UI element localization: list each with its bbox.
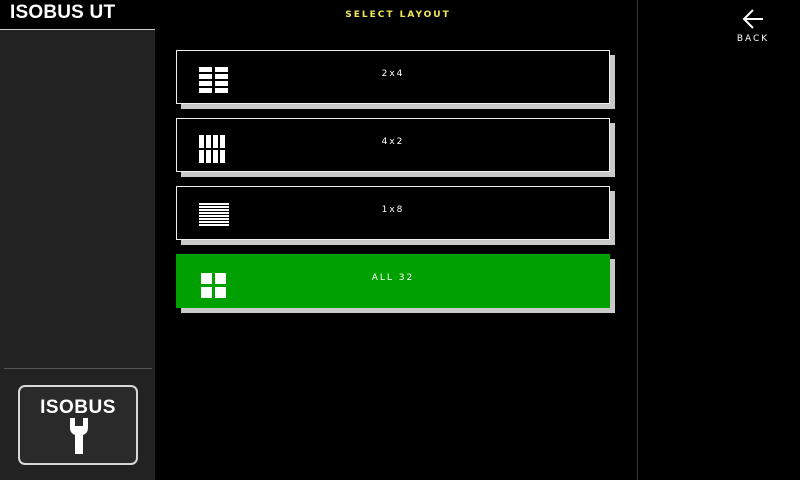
layout-option-label: 4x2 [381, 137, 405, 147]
back-button[interactable]: BACK [723, 6, 783, 54]
layout-option-2x4[interactable]: 2x4 [176, 50, 610, 104]
layout-option-1x8[interactable]: 1x8 [176, 186, 610, 240]
wrench-icon [70, 418, 88, 454]
isobus-button[interactable]: ISOBUS [18, 385, 138, 465]
page-title: SELECT LAYOUT [345, 10, 451, 20]
layout-option-4x2[interactable]: 4x2 [176, 118, 610, 172]
back-arrow-icon [742, 9, 763, 29]
layout-option-label: ALL 32 [371, 273, 415, 283]
app-title: ISOBUS UT [0, 0, 155, 30]
layout-option-label: 1x8 [381, 205, 405, 215]
layout-option-label: 2x4 [381, 69, 405, 79]
layout-option-all-32[interactable]: ALL 32 [176, 254, 610, 308]
isobus-label: ISOBUS [40, 397, 116, 418]
back-label: BACK [736, 34, 770, 44]
sidebar-divider [4, 368, 152, 369]
right-panel-divider [637, 0, 638, 480]
sidebar: ISOBUS UT ISOBUS [0, 0, 155, 480]
